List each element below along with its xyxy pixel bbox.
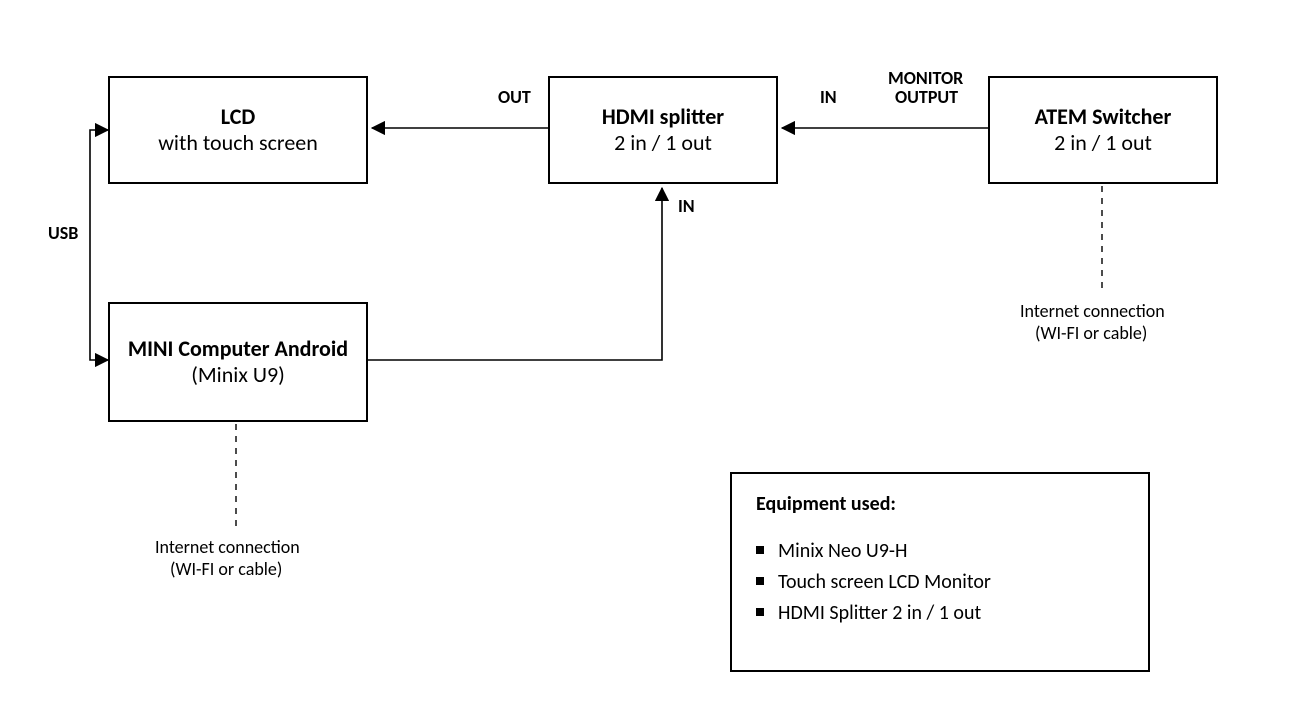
edge-usb-lcd-mini xyxy=(90,130,108,360)
equipment-item: HDMI Splitter 2 in / 1 out xyxy=(756,598,1124,629)
label-usb: USB xyxy=(48,222,78,244)
mini-internet-line1: Internet connection xyxy=(155,536,300,558)
label-out: OUT xyxy=(498,86,531,108)
node-mini-sub: (Minix U9) xyxy=(191,362,285,388)
node-atem: ATEM Switcher 2 in / 1 out xyxy=(988,76,1218,184)
edge-mini-to-splitter xyxy=(368,188,662,360)
atem-internet-line2: (WI-FI or cable) xyxy=(1035,322,1147,344)
equipment-item: Touch screen LCD Monitor xyxy=(756,567,1124,598)
mini-internet-line2: (WI-FI or cable) xyxy=(170,558,282,580)
diagram-canvas: { "nodes": { "lcd": { "title": "LCD", "s… xyxy=(0,0,1310,716)
node-mini-title: MINI Computer Android xyxy=(128,336,348,362)
label-in-bottom: IN xyxy=(678,195,695,217)
node-splitter: HDMI splitter 2 in / 1 out xyxy=(548,76,778,184)
equipment-panel: Equipment used: Minix Neo U9-H Touch scr… xyxy=(730,472,1150,672)
label-in-top: IN xyxy=(820,86,837,108)
label-monitor2: OUTPUT xyxy=(895,86,958,108)
equipment-list: Minix Neo U9-H Touch screen LCD Monitor … xyxy=(756,536,1124,629)
node-mini: MINI Computer Android (Minix U9) xyxy=(108,302,368,422)
node-splitter-sub: 2 in / 1 out xyxy=(614,130,712,156)
node-atem-title: ATEM Switcher xyxy=(1035,104,1172,130)
equipment-item: Minix Neo U9-H xyxy=(756,536,1124,567)
node-splitter-title: HDMI splitter xyxy=(602,104,724,130)
node-lcd-sub: with touch screen xyxy=(158,130,318,156)
node-lcd-title: LCD xyxy=(221,104,256,130)
equipment-header: Equipment used: xyxy=(756,492,1124,516)
node-atem-sub: 2 in / 1 out xyxy=(1054,130,1152,156)
node-lcd: LCD with touch screen xyxy=(108,76,368,184)
atem-internet-line1: Internet connection xyxy=(1020,300,1165,322)
